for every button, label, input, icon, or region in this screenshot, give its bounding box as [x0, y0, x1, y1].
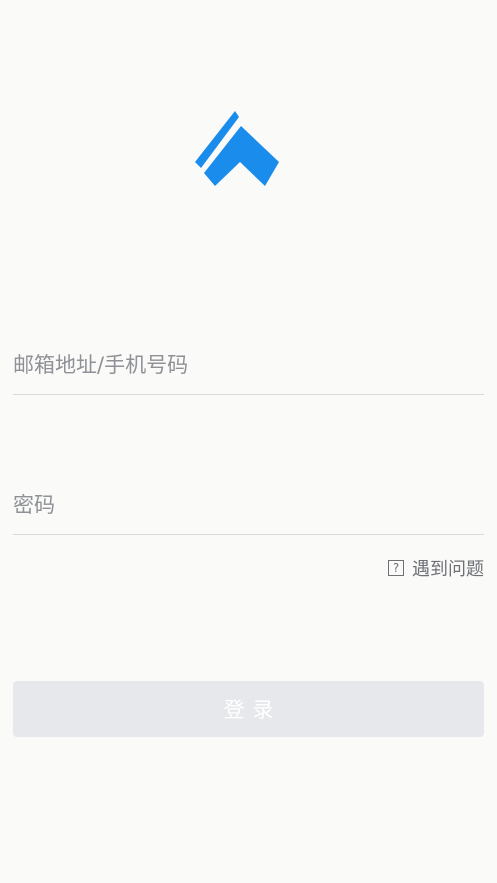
brand-logo-icon — [195, 111, 279, 186]
login-screen: ? 遇到问题 登录 — [0, 0, 497, 883]
account-input[interactable] — [13, 345, 484, 385]
logo-chevron — [204, 126, 279, 186]
help-link[interactable]: ? 遇到问题 — [388, 555, 484, 581]
question-mark-icon: ? — [388, 560, 404, 576]
password-field — [13, 479, 484, 535]
password-input[interactable] — [13, 485, 484, 525]
account-field — [13, 339, 484, 395]
help-label: 遇到问题 — [412, 559, 484, 580]
login-button[interactable]: 登录 — [13, 681, 484, 737]
